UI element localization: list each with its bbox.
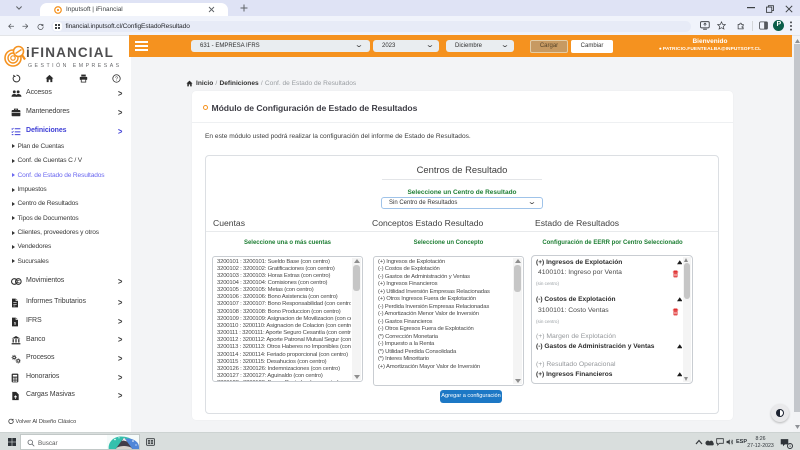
svg-text:?: ? (115, 76, 118, 82)
